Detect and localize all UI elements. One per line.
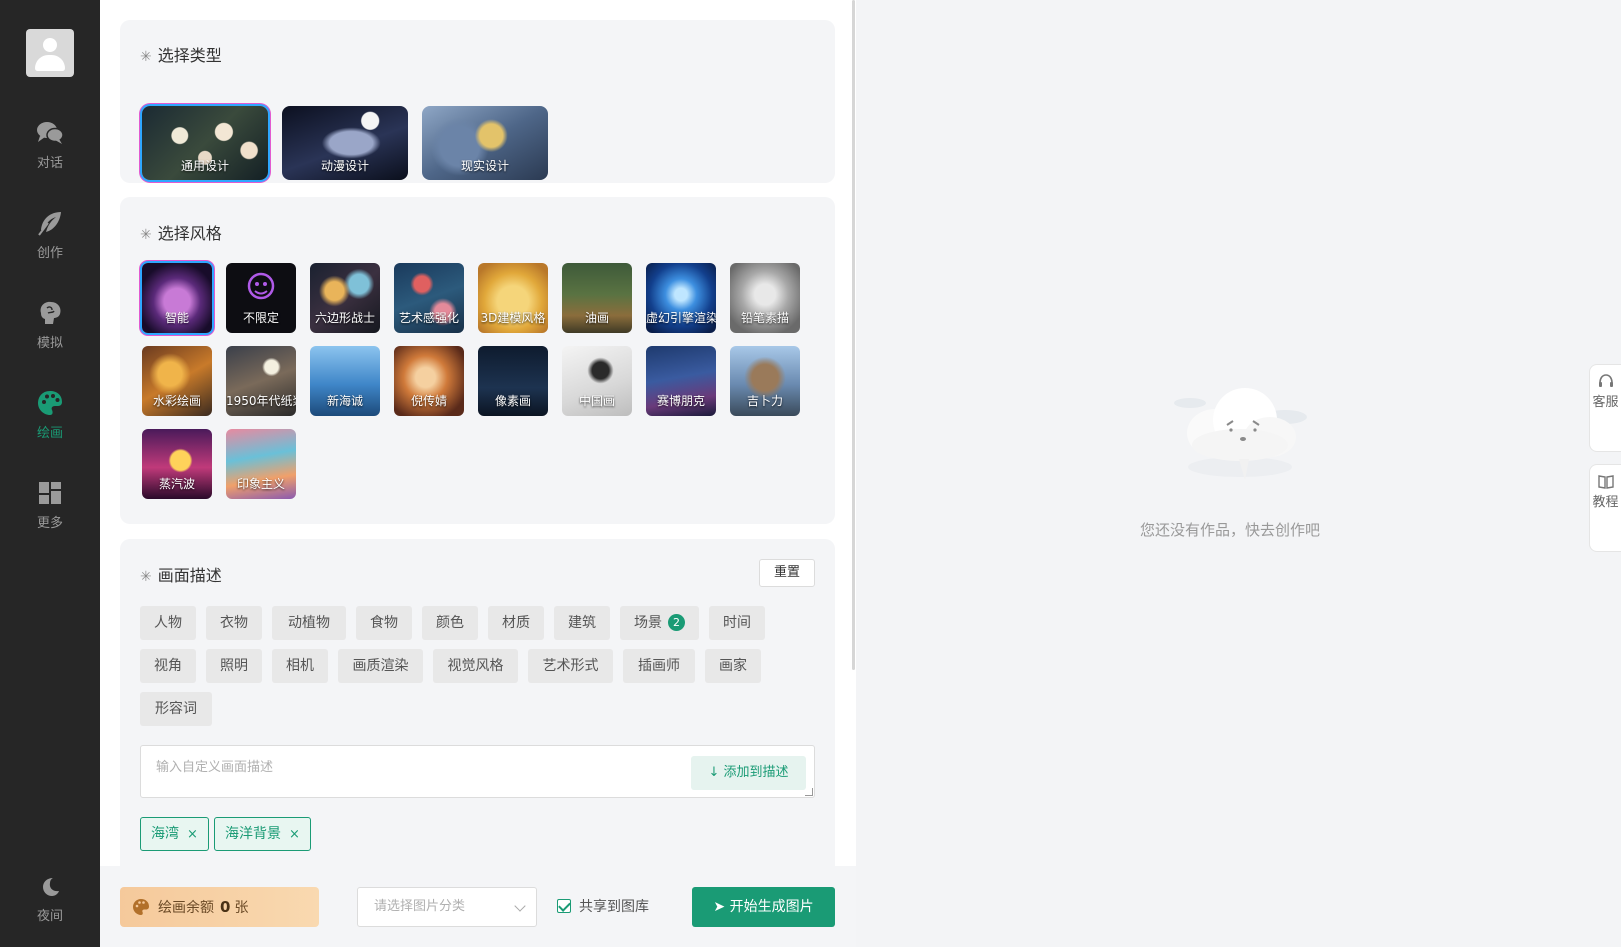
add-to-description-button[interactable]: ↓ 添加到描述 bbox=[691, 756, 806, 790]
sidebar-item-label: 创作 bbox=[36, 246, 63, 261]
style-tile[interactable]: 水彩绘画 bbox=[142, 346, 212, 416]
sidebar-item-chat[interactable]: 对话 bbox=[0, 120, 100, 184]
feather-icon bbox=[38, 212, 61, 236]
tutorial-button[interactable]: 教程 bbox=[1589, 464, 1621, 552]
resize-handle[interactable] bbox=[805, 788, 813, 796]
type-tile-anime[interactable]: 动漫设计 bbox=[282, 106, 408, 180]
type-section-title: ✳ 选择类型 bbox=[140, 46, 222, 65]
selected-tag-chip: 海湾 × bbox=[140, 817, 209, 851]
tag-button[interactable]: 动植物 bbox=[272, 606, 346, 640]
sidebar-item-label: 绘画 bbox=[36, 426, 63, 441]
tag-button[interactable]: 衣物 bbox=[206, 606, 262, 640]
sidebar: 对话 创作 模拟 绘画 更多 夜间 bbox=[0, 0, 100, 947]
arrow-down-icon: ↓ bbox=[708, 765, 720, 780]
style-tile[interactable]: 吉卜力 bbox=[730, 346, 800, 416]
panel-scrollbar[interactable] bbox=[852, 0, 855, 670]
style-tile[interactable]: 中国画 bbox=[562, 346, 632, 416]
close-icon[interactable]: × bbox=[289, 827, 300, 842]
book-icon bbox=[1597, 475, 1614, 489]
share-checkbox[interactable] bbox=[557, 899, 571, 913]
chat-icon bbox=[37, 122, 64, 144]
asterisk-icon: ✳ bbox=[140, 569, 152, 585]
sidebar-item-label: 夜间 bbox=[36, 909, 63, 924]
style-tile[interactable]: 艺术感强化 bbox=[394, 263, 464, 333]
style-tile[interactable]: 虚幻引擎渲染 bbox=[646, 263, 716, 333]
reset-button[interactable]: 重置 bbox=[759, 559, 815, 587]
tag-button[interactable]: 照明 bbox=[206, 649, 262, 683]
type-tile-general[interactable]: 通用设计 bbox=[142, 106, 268, 180]
type-tile-realistic[interactable]: 现实设计 bbox=[422, 106, 548, 180]
tag-button[interactable]: 颜色 bbox=[422, 606, 478, 640]
tag-button[interactable]: 视角 bbox=[140, 649, 196, 683]
style-tile[interactable]: 像素画 bbox=[478, 346, 548, 416]
palette-icon bbox=[38, 391, 62, 415]
headset-icon bbox=[1598, 374, 1613, 387]
sidebar-item-simulate[interactable]: 模拟 bbox=[0, 300, 100, 364]
tag-button[interactable]: 人物 bbox=[140, 606, 196, 640]
sidebar-item-paint[interactable]: 绘画 bbox=[0, 390, 100, 454]
desc-section-title: ✳ 画面描述 bbox=[140, 566, 222, 585]
tag-button[interactable]: 画家 bbox=[705, 649, 761, 683]
type-card: ✳ 选择类型 通用设计 动漫设计 现实设计 bbox=[120, 20, 835, 183]
style-tile[interactable]: 油画 bbox=[562, 263, 632, 333]
style-tile[interactable]: 印象主义 bbox=[226, 429, 296, 499]
sidebar-item-label: 对话 bbox=[36, 156, 63, 171]
tag-button-scene[interactable]: 场景 2 bbox=[620, 606, 699, 640]
count-badge: 2 bbox=[668, 614, 685, 631]
tag-button[interactable]: 建筑 bbox=[554, 606, 610, 640]
style-tile[interactable]: 不限定 bbox=[226, 263, 296, 333]
empty-cloud-illustration bbox=[1174, 388, 1307, 480]
style-tile[interactable]: 六边形战士 bbox=[310, 263, 380, 333]
selected-tag-chip: 海洋背景 × bbox=[214, 817, 311, 851]
style-section-title: ✳ 选择风格 bbox=[140, 224, 222, 243]
share-to-gallery-toggle[interactable]: 共享到图库 bbox=[557, 887, 649, 927]
image-category-select[interactable]: 请选择图片分类 bbox=[357, 887, 537, 927]
bottom-action-bar: 绘画余额 0 张 请选择图片分类 共享到图库 ➤ 开始生成图片 bbox=[100, 866, 856, 947]
tag-button[interactable]: 插画师 bbox=[623, 649, 695, 683]
asterisk-icon: ✳ bbox=[140, 227, 152, 243]
asterisk-icon: ✳ bbox=[140, 49, 152, 65]
generate-image-button[interactable]: ➤ 开始生成图片 bbox=[692, 887, 835, 927]
tag-button[interactable]: 相机 bbox=[272, 649, 328, 683]
drawing-balance: 绘画余额 0 张 bbox=[120, 887, 319, 927]
tag-button[interactable]: 艺术形式 bbox=[528, 649, 613, 683]
style-tile[interactable]: 智能 bbox=[142, 263, 212, 333]
style-tile[interactable]: 3D建模风格 bbox=[478, 263, 548, 333]
send-icon: ➤ bbox=[713, 899, 726, 915]
unlimited-icon bbox=[247, 272, 275, 300]
tag-button[interactable]: 时间 bbox=[709, 606, 765, 640]
customer-service-button[interactable]: 客服 bbox=[1589, 364, 1621, 452]
tag-button[interactable]: 画质渲染 bbox=[338, 649, 423, 683]
sidebar-item-create[interactable]: 创作 bbox=[0, 210, 100, 274]
style-tile[interactable]: 蒸汽波 bbox=[142, 429, 212, 499]
moon-icon bbox=[43, 878, 59, 896]
tag-button[interactable]: 形容词 bbox=[140, 692, 212, 726]
style-tile[interactable]: 赛博朋克 bbox=[646, 346, 716, 416]
description-card: ✳ 画面描述 重置 人物 衣物 动植物 食物 颜色 材质 建筑 场景 2 时间 视角… bbox=[120, 539, 835, 867]
tag-button[interactable]: 视觉风格 bbox=[433, 649, 518, 683]
tag-button[interactable]: 材质 bbox=[488, 606, 544, 640]
grid-icon bbox=[39, 482, 61, 504]
empty-state-text: 您还没有作品，快去创作吧 bbox=[1140, 521, 1321, 539]
style-tile[interactable]: 铅笔素描 bbox=[730, 263, 800, 333]
sidebar-item-label: 模拟 bbox=[36, 336, 63, 351]
brain-icon bbox=[40, 301, 61, 324]
style-tile[interactable]: 1950年代纸浆 bbox=[226, 346, 296, 416]
sidebar-item-label: 更多 bbox=[36, 516, 63, 531]
custom-description-input[interactable]: 输入自定义画面描述 ↓ 添加到描述 bbox=[140, 745, 815, 798]
tag-button[interactable]: 食物 bbox=[356, 606, 412, 640]
chevron-down-icon bbox=[514, 900, 526, 912]
sidebar-item-more[interactable]: 更多 bbox=[0, 480, 100, 544]
style-tile[interactable]: 倪传婧 bbox=[394, 346, 464, 416]
style-card: ✳ 选择风格 智能 不限定 六边形战士 艺术感强化 3D建模风格 油画 虚幻引擎渲… bbox=[120, 197, 835, 524]
avatar[interactable] bbox=[26, 29, 74, 77]
close-icon[interactable]: × bbox=[187, 827, 198, 842]
palette-icon bbox=[133, 899, 149, 915]
night-mode-toggle[interactable]: 夜间 bbox=[0, 875, 100, 939]
style-tile[interactable]: 新海诚 bbox=[310, 346, 380, 416]
